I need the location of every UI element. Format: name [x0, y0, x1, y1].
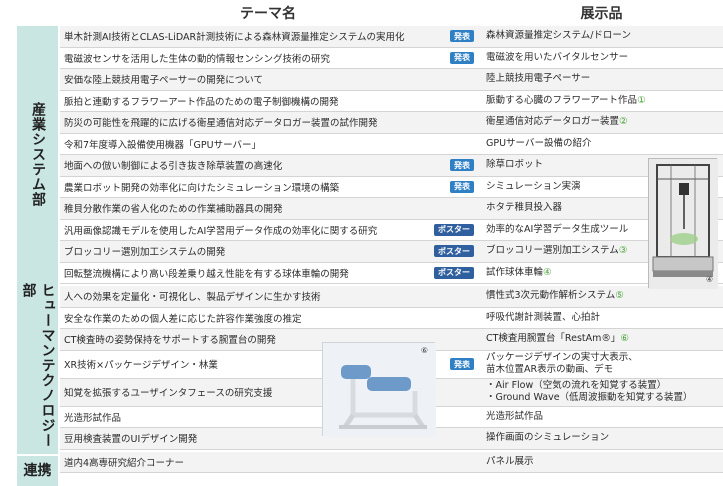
arm-rest-illustration: [323, 343, 436, 437]
table-row: 回転整流機構により高い段差乗り越え性能を有する球体車輪の開発 ポスター 試作球体車…: [60, 262, 723, 284]
exhibit-name: 操作画面のシミュレーション: [486, 432, 610, 444]
theme-title: 地面への倣い制御による引き抜き除草装置の高速化: [64, 161, 283, 173]
table-row: 電磁波センサを活用した生体の動的情報センシング技術の研究 発表 電磁波を用いたバイ…: [60, 47, 723, 69]
theme-title: 農業ロボット開発の効率化に向けたシミュレーション環境の構築: [64, 182, 340, 194]
dept-label: ヒューマンテクノロジー部: [20, 283, 56, 448]
exhibit-name: 光造形試作品: [486, 410, 544, 422]
exhibit-name-line2: ・Ground Wave（低周波振動を知覚する装置）: [486, 392, 693, 403]
photo-ref-number: ③: [618, 245, 628, 257]
table-row: ブロッコリー選別加工システムの開発 ポスター ブロッコリー選別加工システム③: [60, 241, 723, 263]
exhibit-name: 森林資源量推定システム/ドローン: [486, 30, 631, 42]
theme-title: 単木計測AI技術とCLAS-LiDAR計測技術による森林資源量推定システムの実用…: [64, 32, 405, 44]
photo-ref-number: ⑤: [615, 290, 624, 302]
photo-ref-number: ②: [619, 116, 628, 128]
poster-badge: ポスター: [434, 266, 474, 279]
dept-collaboration: 連携: [17, 456, 58, 486]
theme-title: 令和7年度導入設備使用機器「GPUサーバー」: [64, 139, 261, 151]
theme-title: 汎用画像認識モデルを使用したAI学習用データ作成の効率化に関する研究: [64, 225, 378, 237]
column-header-exhibit: 展示品: [580, 6, 623, 22]
table-row: 単木計測AI技術とCLAS-LiDAR計測技術による森林資源量推定システムの実用…: [60, 26, 723, 48]
theme-title: 知覚を拡張するユーザインタフェースの研究支援: [64, 388, 273, 399]
dept-industrial-systems: 産業システム部: [17, 26, 58, 283]
exhibit-name: ・Air Flow（空気の流れを知覚する装置）: [486, 380, 667, 391]
exhibit-name: ブロッコリー選別加工システム: [486, 245, 619, 257]
poster-badge: ポスター: [434, 223, 474, 236]
exhibit-name: 陸上競技用電子ペーサー: [486, 73, 591, 85]
exhibit-name: 呼吸代謝計測装置、心拍計: [486, 311, 601, 323]
exhibit-name: 衛星通信対応データロガー装置: [486, 116, 620, 128]
table-row: 農業ロボット開発の効率化に向けたシミュレーション環境の構築 発表 シミュレーション…: [60, 176, 723, 198]
theme-title: 光造形試作品: [64, 412, 122, 424]
theme-title: 人への効果を定量化・可視化し、製品デザインに生かす技術: [64, 292, 321, 304]
present-badge: 発表: [450, 30, 474, 43]
exhibit-name-line2: 苗木位置AR表示の動画、デモ: [486, 364, 614, 375]
theme-title: XR技術×パッケージデザイン・林業: [64, 360, 218, 371]
poster-badge: ポスター: [434, 245, 474, 258]
exhibit-name: 脈動する心臓のフラワーアート作品: [486, 94, 638, 106]
theme-title: CT検査時の姿勢保持をサポートする腕置台の開発: [64, 335, 276, 347]
exhibit-name: GPUサーバー設備の紹介: [486, 137, 592, 149]
theme-title: 道内4高専研究紹介コーナー: [64, 457, 185, 469]
exhibit-name: CT検査用腕置台「RestAm®」: [486, 333, 621, 345]
photo-number: ⑥: [420, 346, 428, 355]
exhibit-name: 試作球体車輪: [486, 266, 544, 278]
photo-arm-rest: ⑥: [322, 342, 436, 437]
exhibit-name: 慣性式3次元動作解析システム: [486, 290, 616, 302]
present-badge: 発表: [450, 358, 474, 370]
photo-ref-number: ④: [543, 266, 552, 278]
theme-title: 安全な作業のための個人差に応じた許容作業強度の推定: [64, 313, 302, 325]
column-header-theme: テーマ名: [240, 6, 296, 22]
photo-ref-number: ⑥: [620, 333, 629, 345]
exhibit-name: パネル展示: [486, 455, 534, 467]
present-badge: 発表: [450, 159, 474, 172]
table-row: 防災の可能性を飛躍的に広げる衛星通信対応データロガー装置の試作開発 衛星通信対応…: [60, 112, 723, 134]
table-row: 汎用画像認識モデルを使用したAI学習用データ作成の効率化に関する研究 ポスター 効…: [60, 219, 723, 241]
dept-human-technology: ヒューマンテクノロジー部: [17, 283, 58, 454]
theme-title: 防災の可能性を飛躍的に広げる衛星通信対応データロガー装置の試作開発: [64, 118, 378, 130]
dept-label: 連携: [23, 462, 52, 479]
theme-title: 脈拍と連動するフラワーアート作品のための電子制御機構の開発: [64, 96, 339, 108]
table-row: 人への効果を定量化・可視化し、製品デザインに生かす技術 慣性式3次元動作解析シス…: [60, 286, 723, 308]
test-rig-illustration: [649, 159, 718, 289]
table-row: 脈拍と連動するフラワーアート作品のための電子制御機構の開発 脈動する心臓のフラワ…: [60, 90, 723, 112]
present-badge: 発表: [450, 180, 474, 193]
photo-ref-number: ①: [637, 94, 646, 106]
table-row: 安全な作業のための個人差に応じた許容作業強度の推定 呼吸代謝計測装置、心拍計: [60, 307, 723, 329]
table-row: 道内4高専研究紹介コーナー パネル展示: [60, 451, 723, 473]
theme-title: 安価な陸上競技用電子ペーサーの開発について: [64, 75, 264, 87]
theme-title: 稚貝分散作業の省人化のための作業補助器具の開発: [64, 204, 283, 216]
photo-test-rig: ④: [648, 158, 718, 289]
exhibit-name: パッケージデザインの実寸大表示、: [486, 352, 638, 363]
table-row: 稚貝分散作業の省人化のための作業補助器具の開発 ホタテ稚貝投入器: [60, 198, 723, 220]
dept-label: 産業システム部: [30, 102, 46, 207]
table-row: 令和7年度導入設備使用機器「GPUサーバー」 GPUサーバー設備の紹介: [60, 133, 723, 155]
table-row: 安価な陸上競技用電子ペーサーの開発について 陸上競技用電子ペーサー: [60, 69, 723, 91]
exhibit-name: 電磁波を用いたバイタルセンサー: [486, 51, 629, 63]
theme-title: 電磁波センサを活用した生体の動的情報センシング技術の研究: [64, 53, 331, 65]
theme-title: 豆用検査装置のUIデザイン開発: [64, 434, 198, 446]
table-row: 地面への倣い制御による引き抜き除草装置の高速化 発表 除草ロボット: [60, 155, 723, 177]
present-badge: 発表: [450, 51, 474, 64]
photo-number: ④: [705, 275, 713, 284]
theme-title: 回転整流機構により高い段差乗り越え性能を有する球体車輪の開発: [64, 268, 349, 280]
theme-title: ブロッコリー選別加工システムの開発: [64, 247, 226, 259]
